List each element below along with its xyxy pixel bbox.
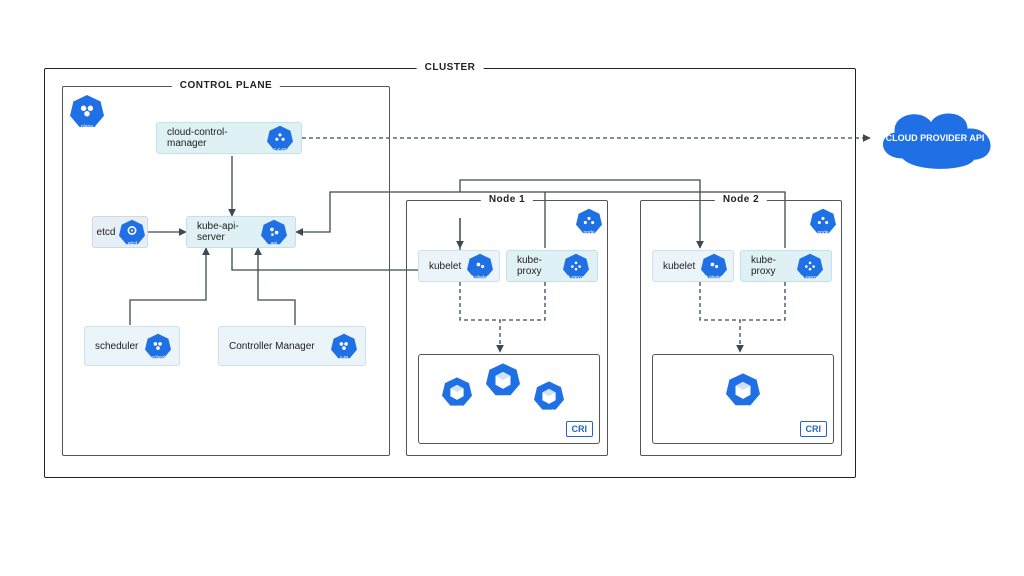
api-label: kube-api-server — [197, 221, 255, 243]
cm-label: Controller Manager — [229, 341, 325, 352]
kube-api-server-box: kube-api-server api — [186, 216, 296, 248]
scheduler-label: scheduler — [95, 341, 139, 352]
scheduler-icon: sched — [145, 333, 171, 359]
node2-kubelet-box: kubelet kubelet — [652, 250, 734, 282]
pod-icon: pod — [726, 372, 760, 410]
node2-kproxy-label: kube-proxy — [751, 255, 791, 277]
node1-cri-label: CRI — [566, 421, 594, 437]
scheduler-box: scheduler sched — [84, 326, 180, 366]
controller-manager-box: Controller Manager c-m — [218, 326, 366, 366]
ccm-label: cloud-control-manager — [167, 127, 261, 149]
cloud-label: CLOUD PROVIDER API — [880, 134, 990, 144]
etcd-icon: etcd — [119, 219, 145, 245]
node1-kubelet-label: kubelet — [429, 261, 461, 272]
control-plane-title: CONTROL PLANE — [172, 80, 280, 91]
cluster-title: CLUSTER — [417, 62, 484, 73]
node1-title: Node 1 — [481, 194, 533, 205]
node1-kubelet-box: kubelet kubelet — [418, 250, 500, 282]
cloud-control-manager-box: cloud-control-manager c-c-m — [156, 122, 302, 154]
node2-cri-label: CRI — [800, 421, 828, 437]
pod-icon: pod — [534, 380, 564, 414]
node2-kubeproxy-box: kube-proxy k-proxy — [740, 250, 832, 282]
node2-title: Node 2 — [715, 194, 767, 205]
kubelet-icon: kubelet — [467, 253, 493, 279]
node1-kubeproxy-box: kube-proxy k-proxy — [506, 250, 598, 282]
cloud-provider-api: CLOUD PROVIDER API — [870, 100, 1000, 178]
etcd-box: etcd etcd — [92, 216, 148, 248]
api-icon: api — [261, 219, 287, 245]
kproxy-icon: k-proxy — [797, 253, 823, 279]
ccm-icon: c-c-m — [267, 125, 293, 151]
kproxy-icon: k-proxy — [563, 253, 589, 279]
plane-icon: plane — [70, 94, 104, 128]
node1-icon: node — [576, 208, 602, 234]
node2-kubelet-label: kubelet — [663, 261, 695, 272]
etcd-label: etcd — [97, 227, 116, 238]
node2-icon: node — [810, 208, 836, 234]
cm-icon: c-m — [331, 333, 357, 359]
pod-icon: pod — [486, 362, 520, 400]
kubelet-icon: kubelet — [701, 253, 727, 279]
pod-icon: pod — [442, 376, 472, 410]
node1-kproxy-label: kube-proxy — [517, 255, 557, 277]
